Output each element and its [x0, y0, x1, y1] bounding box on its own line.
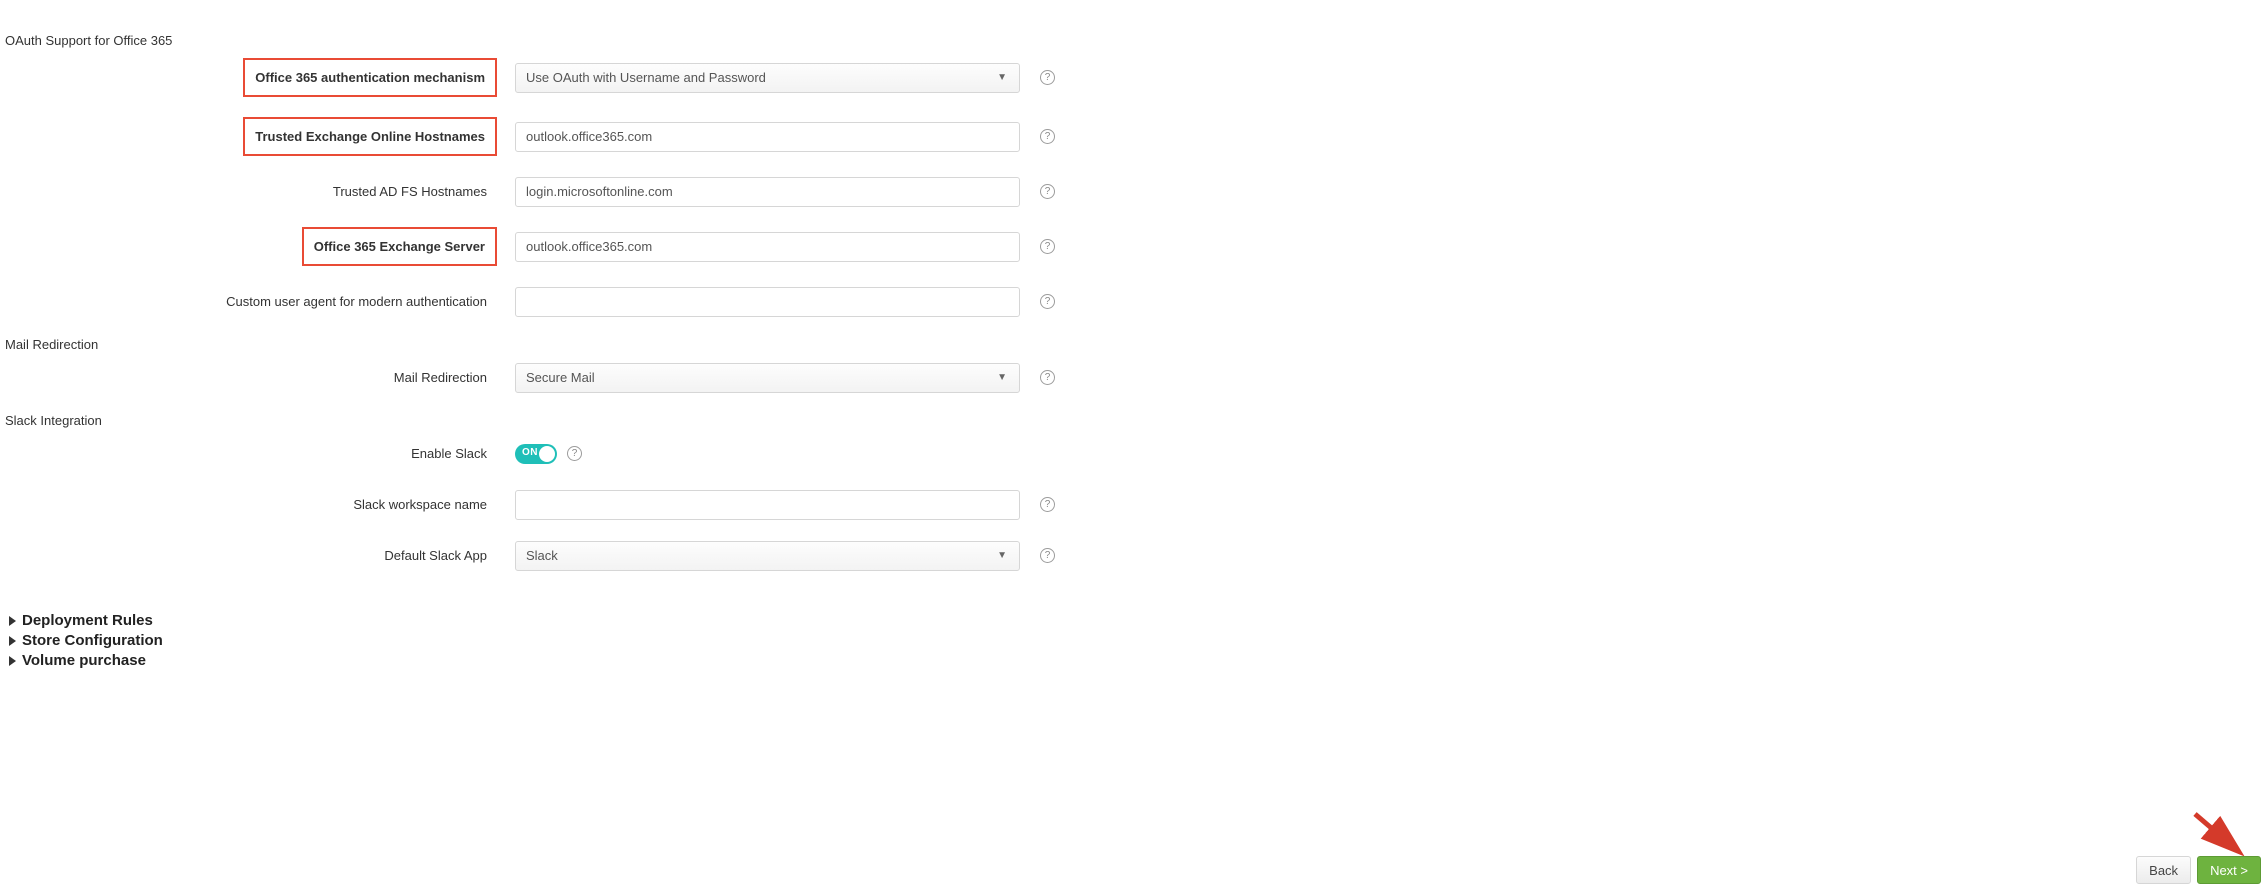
row-exchange-server: Office 365 Exchange Server ?	[5, 227, 2262, 266]
label-adfs-hostnames: Trusted AD FS Hostnames	[323, 176, 497, 207]
row-custom-user-agent: Custom user agent for modern authenticat…	[5, 286, 2262, 317]
help-icon[interactable]: ?	[567, 446, 582, 461]
expander-deployment-rules[interactable]: Deployment Rules	[9, 612, 2262, 629]
input-adfs-hostnames[interactable]	[515, 177, 1020, 207]
select-mail-redirection-value: Secure Mail	[526, 370, 595, 385]
toggle-state-label: ON	[522, 447, 538, 458]
help-icon[interactable]: ?	[1040, 184, 1055, 199]
label-trusted-hostnames: Trusted Exchange Online Hostnames	[243, 117, 497, 156]
input-trusted-hostnames[interactable]	[515, 122, 1020, 152]
help-icon[interactable]: ?	[1040, 294, 1055, 309]
label-auth-mechanism: Office 365 authentication mechanism	[243, 58, 497, 97]
caret-down-icon: ▼	[997, 72, 1007, 83]
row-slack-workspace: Slack workspace name ?	[5, 489, 2262, 520]
toggle-enable-slack[interactable]: ON	[515, 444, 557, 464]
section-oauth-header: OAuth Support for Office 365	[5, 33, 2262, 48]
expander-label: Volume purchase	[22, 652, 146, 669]
help-icon[interactable]: ?	[1040, 370, 1055, 385]
label-default-slack-app: Default Slack App	[374, 540, 497, 571]
select-auth-mechanism[interactable]: Use OAuth with Username and Password ▼	[515, 63, 1020, 93]
chevron-right-icon	[9, 656, 16, 666]
help-icon[interactable]: ?	[1040, 129, 1055, 144]
select-mail-redirection[interactable]: Secure Mail ▼	[515, 363, 1020, 393]
toggle-knob	[539, 446, 555, 462]
row-adfs-hostnames: Trusted AD FS Hostnames ?	[5, 176, 2262, 207]
input-custom-user-agent[interactable]	[515, 287, 1020, 317]
input-exchange-server[interactable]	[515, 232, 1020, 262]
section-mail-redir-header: Mail Redirection	[5, 337, 2262, 352]
footer-buttons: Back Next >	[2136, 856, 2261, 884]
label-exchange-server: Office 365 Exchange Server	[302, 227, 497, 266]
caret-down-icon: ▼	[997, 372, 1007, 383]
row-default-slack-app: Default Slack App Slack ▼ ?	[5, 540, 2262, 571]
help-icon[interactable]: ?	[1040, 239, 1055, 254]
label-enable-slack: Enable Slack	[401, 438, 497, 469]
chevron-right-icon	[9, 636, 16, 646]
section-slack-header: Slack Integration	[5, 413, 2262, 428]
expander-store-configuration[interactable]: Store Configuration	[9, 632, 2262, 649]
select-default-slack-app-value: Slack	[526, 548, 558, 563]
help-icon[interactable]: ?	[1040, 70, 1055, 85]
expander-label: Store Configuration	[22, 632, 163, 649]
row-enable-slack: Enable Slack ON ?	[5, 438, 2262, 469]
select-auth-mechanism-value: Use OAuth with Username and Password	[526, 70, 766, 85]
help-icon[interactable]: ?	[1040, 497, 1055, 512]
annotation-arrow-icon	[2191, 810, 2251, 860]
select-default-slack-app[interactable]: Slack ▼	[515, 541, 1020, 571]
chevron-right-icon	[9, 616, 16, 626]
next-button[interactable]: Next >	[2197, 856, 2261, 884]
input-slack-workspace[interactable]	[515, 490, 1020, 520]
row-trusted-hostnames: Trusted Exchange Online Hostnames ?	[5, 117, 2262, 156]
label-slack-workspace: Slack workspace name	[343, 489, 497, 520]
label-custom-user-agent: Custom user agent for modern authenticat…	[216, 286, 497, 317]
expander-volume-purchase[interactable]: Volume purchase	[9, 652, 2262, 669]
expander-label: Deployment Rules	[22, 612, 153, 629]
label-mail-redirection: Mail Redirection	[384, 362, 497, 393]
row-mail-redirection: Mail Redirection Secure Mail ▼ ?	[5, 362, 2262, 393]
help-icon[interactable]: ?	[1040, 548, 1055, 563]
caret-down-icon: ▼	[997, 550, 1007, 561]
row-auth-mechanism: Office 365 authentication mechanism Use …	[5, 58, 2262, 97]
back-button[interactable]: Back	[2136, 856, 2191, 884]
